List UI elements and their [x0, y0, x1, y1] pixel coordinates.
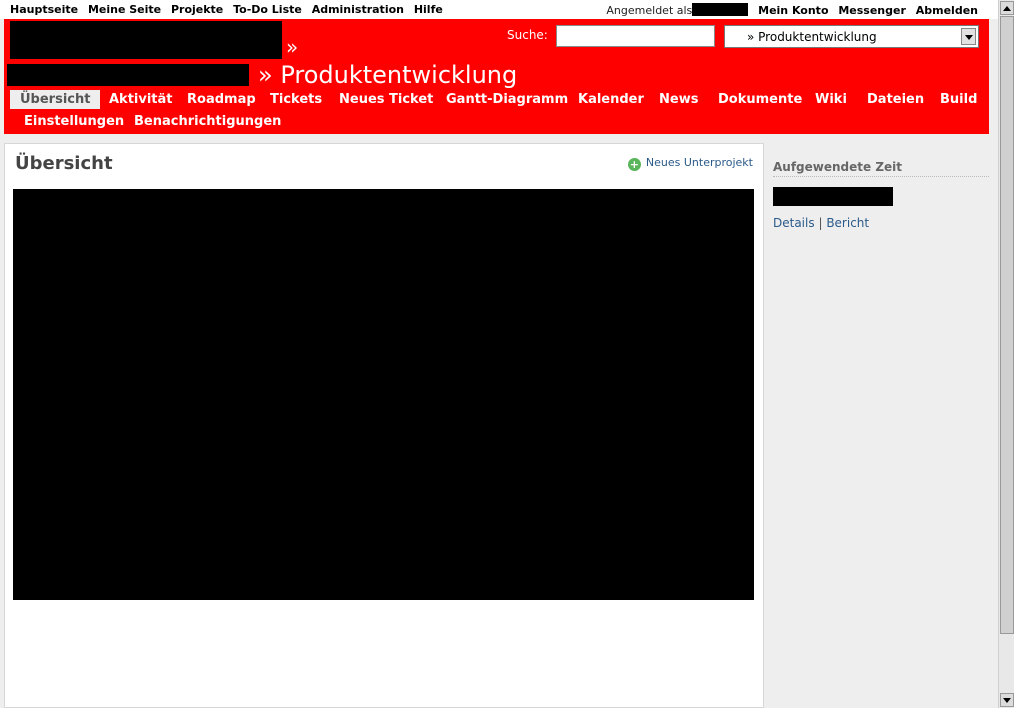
tab-news[interactable]: News — [649, 90, 708, 109]
header: » » Produktentwicklung Suche: » Produkte… — [4, 19, 989, 134]
add-icon: + — [627, 158, 641, 171]
tab-notifications[interactable]: Benachrichtigungen — [124, 112, 291, 131]
tab-tickets[interactable]: Tickets — [260, 90, 332, 109]
top-menu: Hauptseite Meine Seite Projekte To-Do Li… — [0, 0, 998, 19]
project-title: » Produktentwicklung — [258, 61, 518, 89]
tab-overview[interactable]: Übersicht — [10, 90, 101, 109]
page: Hauptseite Meine Seite Projekte To-Do Li… — [0, 0, 998, 708]
breadcrumb-separator: » — [286, 35, 299, 59]
new-subproject-link[interactable]: + Neues Unterprojekt — [627, 156, 753, 171]
vertical-scrollbar[interactable] — [998, 0, 1014, 708]
redacted-spent-time — [773, 187, 893, 206]
scrollbar-thumb[interactable] — [1000, 16, 1014, 634]
top-menu-administration-link[interactable]: Administration — [312, 3, 404, 16]
top-menu-help-link[interactable]: Hilfe — [414, 3, 443, 16]
tab-settings[interactable]: Einstellungen — [14, 112, 134, 131]
tab-build[interactable]: Build — [930, 90, 987, 109]
redacted-overview-content — [13, 189, 754, 600]
account-menu: Angemeldet als Mein Konto Messenger Abme… — [606, 3, 978, 17]
top-menu-home-link[interactable]: Hauptseite — [10, 3, 78, 16]
messenger-link[interactable]: Messenger — [838, 4, 906, 17]
scroll-down-arrow-icon[interactable] — [1000, 693, 1014, 707]
top-menu-todo-link[interactable]: To-Do Liste — [233, 3, 302, 16]
redacted-project-path — [7, 64, 249, 86]
chevron-down-icon[interactable] — [961, 28, 976, 45]
tab-wiki[interactable]: Wiki — [805, 90, 857, 109]
project-jump-value: » Produktentwicklung — [747, 30, 877, 44]
my-account-link[interactable]: Mein Konto — [758, 4, 828, 17]
link-separator: | — [818, 216, 823, 230]
redacted-username — [692, 3, 749, 16]
tab-documents[interactable]: Dokumente — [708, 90, 812, 109]
spent-time-heading: Aufgewendete Zeit — [773, 160, 989, 177]
top-menu-my-page-link[interactable]: Meine Seite — [88, 3, 161, 16]
details-link[interactable]: Details — [773, 216, 815, 230]
content: + Neues Unterprojekt Übersicht — [4, 143, 764, 708]
top-menu-projects-link[interactable]: Projekte — [171, 3, 223, 16]
scroll-up-arrow-icon[interactable] — [1000, 1, 1014, 15]
logged-as-label: Angemeldet als — [606, 4, 693, 17]
redacted-parent-project — [10, 21, 282, 59]
tab-activity[interactable]: Aktivität — [99, 90, 183, 109]
search-input[interactable] — [556, 25, 715, 47]
spent-time-links: Details | Bericht — [773, 216, 869, 230]
tab-new-ticket[interactable]: Neues Ticket — [329, 90, 443, 109]
tab-calendar[interactable]: Kalender — [568, 90, 654, 109]
logout-link[interactable]: Abmelden — [916, 4, 978, 17]
tab-gantt[interactable]: Gantt-Diagramm — [436, 90, 578, 109]
report-link[interactable]: Bericht — [826, 216, 869, 230]
tab-files[interactable]: Dateien — [857, 90, 934, 109]
tab-roadmap[interactable]: Roadmap — [177, 90, 266, 109]
search-label: Suche: — [507, 28, 548, 42]
page-title: Übersicht — [15, 153, 113, 174]
new-subproject-label: Neues Unterprojekt — [645, 156, 753, 169]
top-menu-left: Hauptseite Meine Seite Projekte To-Do Li… — [10, 3, 449, 16]
project-jump-select[interactable]: » Produktentwicklung — [724, 25, 979, 48]
